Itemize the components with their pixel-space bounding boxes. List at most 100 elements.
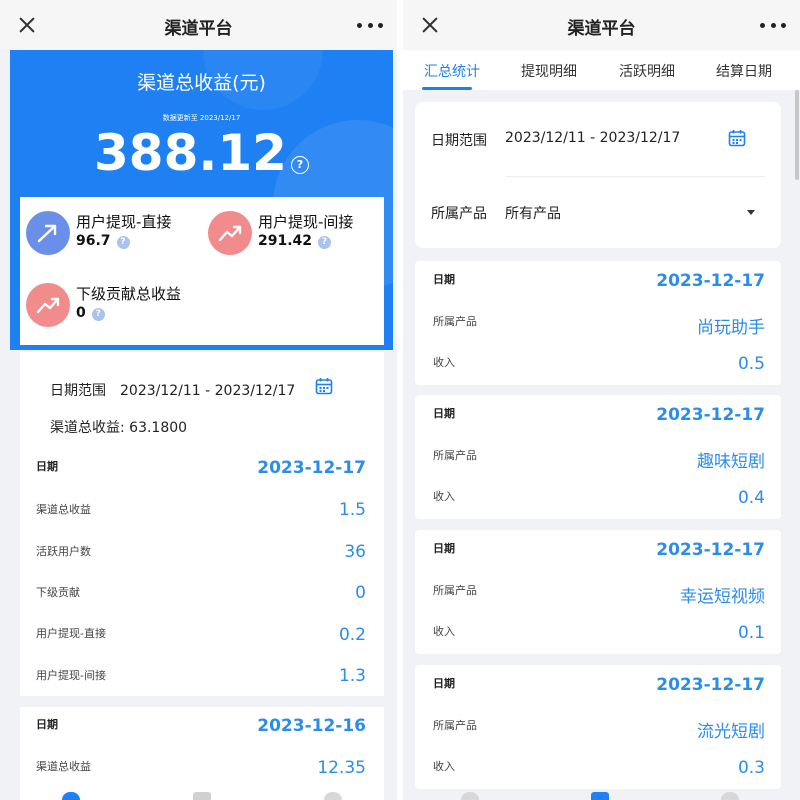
- date-range-label: 日期范围: [431, 133, 487, 149]
- stat-label: 用户提现-间接: [258, 213, 354, 231]
- record-card: 日期 2023-12-17 所属产品 幸运短视频 收入 0.1: [415, 530, 781, 654]
- stat-label: 用户提现-直接: [76, 213, 172, 231]
- date-label: 日期: [36, 460, 58, 473]
- calendar-icon[interactable]: [315, 377, 333, 395]
- page-title: 渠道平台: [567, 19, 636, 39]
- product-label: 所属产品: [433, 315, 477, 328]
- product-value: 幸运短视频: [680, 587, 765, 607]
- stat-label: 下级贡献总收益: [76, 285, 182, 303]
- income-value: 0.5: [737, 354, 765, 374]
- date-range-value: 2023/12/11 - 2023/12/17: [120, 383, 296, 399]
- scrollbar[interactable]: [795, 90, 799, 180]
- tab-summary[interactable]: 汇总统计: [424, 61, 480, 81]
- date-range-value[interactable]: 2023/12/11 - 2023/12/17: [505, 130, 680, 146]
- divider: [505, 176, 765, 177]
- product-label: 所属产品: [433, 584, 477, 597]
- stat-value-text: 96.7: [76, 233, 111, 249]
- trend-up-icon: [26, 283, 70, 327]
- more-icon[interactable]: [760, 14, 786, 36]
- row-value: 1.3: [338, 666, 366, 686]
- left-screen: 渠道平台 渠道总收益(元) 数据更新至 2023/12/17 388.12? 用…: [0, 0, 397, 800]
- date-label: 日期: [433, 273, 455, 286]
- record-card: 日期 2023-12-17 所属产品 流光短剧 收入 0.3: [415, 665, 781, 789]
- income-label: 收入: [433, 760, 455, 773]
- date-range-label: 日期范围: [50, 383, 106, 399]
- stat-value-text: 0: [76, 305, 86, 321]
- record-card: 日期 2023-12-17 所属产品 尚玩助手 收入 0.5: [415, 261, 781, 385]
- hero-title: 渠道总收益(元): [137, 72, 266, 94]
- income-value: 0.1: [737, 623, 765, 643]
- date-value: 2023-12-17: [656, 675, 765, 695]
- stat-value-text: 291.42: [258, 233, 313, 249]
- product-label: 所属产品: [433, 449, 477, 462]
- day-card: 日期 2023-12-16 渠道总收益 12.35: [20, 707, 384, 800]
- income-label: 收入: [433, 490, 455, 503]
- date-label: 日期: [433, 542, 455, 555]
- tab-active-detail[interactable]: 活跃明细: [619, 61, 675, 81]
- total-earnings: 388.12?: [10, 123, 393, 183]
- date-range-filter[interactable]: 日期范围 2023/12/11 - 2023/12/17: [50, 380, 295, 400]
- tab-bar-profile-icon[interactable]: [721, 792, 739, 800]
- tab-withdraw-detail[interactable]: 提现明细: [521, 61, 577, 81]
- page-title: 渠道平台: [164, 19, 233, 39]
- product-value: 趣味短剧: [697, 452, 765, 472]
- date-value: 2023-12-17: [257, 458, 366, 478]
- tab-bar-home-icon[interactable]: [461, 792, 479, 800]
- row-value: 12.35: [317, 758, 366, 778]
- arrow-up-right-icon: [26, 211, 70, 255]
- tab-bar-item-icon[interactable]: [193, 792, 211, 800]
- more-icon[interactable]: [357, 14, 383, 36]
- income-label: 收入: [433, 356, 455, 369]
- help-icon[interactable]: ?: [91, 308, 105, 321]
- tab-bar-profile-icon[interactable]: [324, 792, 342, 800]
- date-label: 日期: [433, 407, 455, 420]
- stat-value: 0?: [76, 305, 105, 321]
- update-time: 数据更新至 2023/12/17: [162, 114, 241, 122]
- row-value: 0: [355, 583, 366, 603]
- product-value: 尚玩助手: [697, 318, 765, 338]
- help-icon[interactable]: ?: [116, 236, 130, 249]
- stats-card: 用户提现-直接 96.7? 用户提现-间接 291.42? 下级贡献总收益 0?: [20, 197, 384, 345]
- date-value: 2023-12-17: [656, 271, 765, 291]
- record-card: 日期 2023-12-17 所属产品 趣味短剧 收入 0.4: [415, 395, 781, 519]
- product-select[interactable]: 所有产品: [505, 203, 561, 223]
- row-label: 渠道总收益: [36, 760, 91, 773]
- calendar-icon[interactable]: [728, 129, 746, 147]
- tab-settlement-date[interactable]: 结算日期: [716, 61, 772, 81]
- product-label: 所属产品: [431, 206, 487, 222]
- product-value: 流光短剧: [697, 722, 765, 742]
- active-tab-indicator: [422, 87, 472, 90]
- row-value: 36: [344, 542, 366, 562]
- income-label: 收入: [433, 625, 455, 638]
- help-icon[interactable]: ?: [290, 156, 309, 174]
- channel-total-text: 渠道总收益: 63.1800: [50, 420, 188, 436]
- chevron-down-icon[interactable]: [747, 210, 755, 215]
- row-label: 用户提现-直接: [36, 627, 106, 640]
- stat-value: 96.7?: [76, 233, 130, 249]
- date-value: 2023-12-17: [656, 405, 765, 425]
- title-bar: 渠道平台: [403, 0, 800, 50]
- income-value: 0.4: [737, 488, 765, 508]
- row-label: 渠道总收益: [36, 503, 91, 516]
- date-label: 日期: [36, 718, 58, 731]
- date-value: 2023-12-17: [656, 540, 765, 560]
- row-value: 0.2: [338, 625, 366, 645]
- total-earnings-value: 388.12: [94, 124, 287, 182]
- tab-bar-home-icon[interactable]: [62, 792, 80, 800]
- stat-value: 291.42?: [258, 233, 332, 249]
- tab-bar-item-icon[interactable]: [591, 792, 609, 800]
- row-label: 下级贡献: [36, 586, 80, 599]
- help-icon[interactable]: ?: [318, 236, 332, 249]
- title-bar: 渠道平台: [0, 0, 397, 50]
- row-label: 活跃用户数: [36, 545, 91, 558]
- row-value: 1.5: [338, 500, 366, 520]
- trend-up-icon: [208, 211, 252, 255]
- product-label: 所属产品: [433, 719, 477, 732]
- tab-bar: 汇总统计 提现明细 活跃明细 结算日期: [403, 50, 800, 90]
- filter-card: 日期范围 2023/12/11 - 2023/12/17 所属产品 所有产品: [415, 102, 781, 248]
- income-value: 0.3: [737, 758, 765, 778]
- row-label: 用户提现-间接: [36, 669, 106, 682]
- right-screen: 渠道平台 汇总统计 提现明细 活跃明细 结算日期 日期范围 2023/12/11…: [403, 0, 800, 800]
- summary-card: 日期范围 2023/12/11 - 2023/12/17 渠道总收益: 63.18…: [20, 352, 384, 696]
- date-label: 日期: [433, 677, 455, 690]
